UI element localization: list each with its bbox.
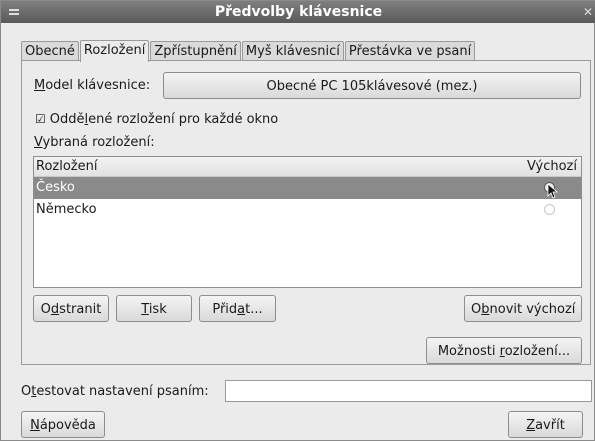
tab-layouts[interactable]: Rozložení — [79, 40, 150, 62]
layout-name: Česko — [36, 180, 75, 195]
model-label: Model klávesnice: — [34, 78, 151, 93]
reset-default-button[interactable]: Obnovit výchozí — [464, 295, 582, 322]
layout-name: Německo — [36, 202, 97, 217]
window-title: Předvolby klávesnice — [214, 4, 383, 20]
default-radio[interactable] — [544, 204, 555, 215]
window-menu-icon[interactable] — [9, 9, 19, 15]
test-typing-label: Otestovat nastavení psaním: — [21, 384, 209, 399]
separate-layout-checkbox[interactable]: ☑ Oddělené rozložení pro každé okno — [35, 112, 278, 127]
print-button[interactable]: Tisk — [116, 295, 192, 322]
table-row[interactable]: Česko — [34, 177, 581, 199]
mouse-pointer-icon — [547, 183, 559, 199]
column-header-default[interactable]: Výchozí — [527, 157, 577, 177]
tab-accessibility[interactable]: Zpřístupnění — [150, 41, 241, 62]
checkmark-icon: ☑ — [35, 112, 46, 126]
help-button[interactable]: Nápověda — [21, 411, 105, 438]
test-typing-input[interactable] — [225, 380, 592, 402]
keyboard-model-button[interactable]: Obecné PC 105klávesové (mez.) — [163, 72, 581, 99]
table-row[interactable]: Německo — [34, 199, 581, 221]
tab-typing-break[interactable]: Přestávka ve psaní — [344, 41, 476, 62]
close-icon[interactable]: ✕ — [582, 1, 594, 23]
tab-general[interactable]: Obecné — [21, 41, 79, 62]
column-header-layout[interactable]: Rozložení — [36, 157, 97, 177]
add-button[interactable]: Přidat... — [199, 295, 276, 322]
title-bar[interactable]: Předvolby klávesnice ✕ — [1, 1, 595, 23]
remove-button[interactable]: Odstranit — [33, 295, 109, 322]
close-button[interactable]: Zavřít — [508, 411, 583, 438]
selected-layouts-label: Vybraná rozložení: — [34, 135, 155, 150]
list-header: Rozložení Výchozí — [34, 157, 581, 177]
tab-bar: Obecné Rozložení Zpřístupnění Myš kláves… — [21, 40, 476, 62]
layout-options-button[interactable]: Možnosti rozložení... — [426, 337, 582, 364]
keyboard-preferences-window: Předvolby klávesnice ✕ Obecné Rozložení … — [0, 0, 595, 441]
layout-list[interactable]: Rozložení Výchozí Česko Německo — [33, 156, 582, 288]
tab-mouse-keys[interactable]: Myš klávesnicí — [241, 41, 344, 62]
